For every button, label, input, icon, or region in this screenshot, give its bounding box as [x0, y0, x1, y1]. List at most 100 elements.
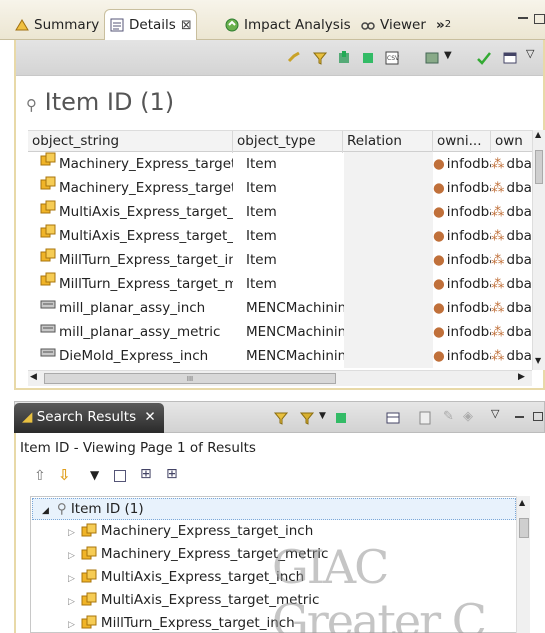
table-row[interactable]: MillTurn_Express_target_inch Item ●infodba… — [28, 248, 532, 272]
expand-below-icon[interactable]: ⊞ — [166, 466, 178, 482]
watermark: GIAC Greater C — [272, 540, 487, 633]
expand-arrow-icon[interactable]: ▷ — [68, 551, 75, 561]
scroll-down-icon[interactable]: ▼ — [535, 356, 541, 365]
relation-cell — [344, 344, 433, 368]
minimize-icon[interactable] — [518, 17, 528, 19]
dropdown-arrow-icon[interactable]: ▼ — [319, 411, 326, 421]
tab-search-results[interactable]: ◢ Search Results ✕ — [14, 403, 164, 433]
object-type-cell: MENCMachining — [246, 300, 344, 316]
object-string-cell: MillTurn_Express_target_metric — [59, 276, 233, 292]
hscrollbar-thumb[interactable]: III — [44, 373, 336, 384]
table-row[interactable]: Machinery_Express_target_inch Item ●infodb… — [28, 152, 532, 176]
tab-summary-label: Summary — [34, 16, 100, 33]
filter-options-icon[interactable] — [299, 410, 315, 426]
dropdown-arrow-icon[interactable]: ▼ — [444, 50, 452, 61]
view-menu-icon[interactable] — [424, 50, 440, 66]
object-string-cell: MultiAxis_Express_target_inch — [59, 204, 233, 220]
expand-arrow-icon[interactable]: ▷ — [68, 528, 75, 538]
user-icon: ● — [433, 228, 445, 244]
close-icon[interactable]: ⊠ — [181, 18, 192, 33]
maximize-icon[interactable] — [534, 14, 545, 24]
table-row[interactable]: DieMold_Express_inch MENCMachining ● infodb… — [28, 344, 532, 368]
column-header-owning-group[interactable]: own — [491, 131, 532, 153]
horizontal-scrollbar[interactable]: ◀ III ▶ — [28, 370, 532, 386]
scroll-left-icon[interactable]: ◀ — [30, 372, 37, 382]
group-icon: ⁂ — [491, 324, 505, 340]
table-row[interactable]: MillTurn_Express_target_metric Item ●infod… — [28, 272, 532, 296]
arrow-up-icon[interactable]: ⇧ — [34, 468, 46, 484]
column-header-object-type[interactable]: object_type — [233, 131, 343, 153]
table-row[interactable]: MultiAxis_Express_target_metric Item ●info… — [28, 224, 532, 248]
scrollbar-thumb[interactable] — [519, 518, 529, 538]
machining-icon — [40, 344, 56, 368]
tab-overflow[interactable]: » 2 — [432, 10, 455, 39]
panel-menu-icon[interactable]: ▽ — [526, 47, 534, 60]
vertical-scrollbar[interactable]: ▲ ▼ — [532, 130, 545, 370]
details-icon — [110, 18, 124, 32]
document-icon[interactable] — [417, 410, 433, 426]
relation-cell — [344, 296, 433, 320]
search-results-icon: ◢ — [22, 409, 33, 425]
expand-arrow-icon[interactable]: ▷ — [68, 597, 75, 607]
table-row[interactable]: mill_planar_assy_inch MENCMachining ● infod… — [28, 296, 532, 320]
table-header: object_string object_type Relation owni.… — [28, 130, 532, 153]
svg-text:CSV: CSV — [387, 55, 400, 62]
scroll-up-icon[interactable]: ▲ — [535, 130, 541, 139]
collapse-all-icon[interactable]: ▼ — [90, 468, 99, 482]
user-icon: ● — [433, 204, 445, 220]
scroll-right-icon[interactable]: ▶ — [518, 372, 525, 382]
expand-arrow-icon[interactable]: ◢ — [42, 506, 49, 516]
edit-icon[interactable]: ✎ — [443, 409, 454, 424]
table-row[interactable]: MultiAxis_Express_target_inch Item ●infodb… — [28, 200, 532, 224]
minimize-icon[interactable] — [515, 416, 524, 418]
expand-arrow-icon[interactable]: ▷ — [68, 574, 75, 584]
expand-arrow-icon[interactable]: ▷ — [68, 620, 75, 630]
tab-impact-analysis[interactable]: Impact Analysis — [220, 10, 355, 39]
table-view-icon[interactable] — [385, 410, 401, 426]
user-icon: ● — [433, 348, 445, 364]
relation-cell — [344, 272, 433, 296]
scrollbar-thumb[interactable] — [535, 150, 543, 184]
open-icon[interactable] — [333, 410, 349, 426]
select-all-icon[interactable] — [114, 470, 126, 482]
tab-viewer[interactable]: Viewer — [356, 10, 430, 39]
expand-icon[interactable] — [336, 50, 352, 66]
expand-all-icon[interactable]: ⊞ — [140, 466, 152, 482]
relation-cell — [344, 176, 433, 200]
panel-menu-icon[interactable]: ▽ — [491, 407, 499, 420]
overflow-chevron-icon: » — [436, 16, 445, 33]
relation-cell — [344, 224, 433, 248]
tree-item[interactable]: ▷ MillTurn_Express_target_inch — [68, 612, 295, 633]
search-icon: ⚲ — [56, 501, 67, 517]
object-type-cell: MENCMachining — [246, 324, 344, 340]
close-icon[interactable]: ✕ — [144, 409, 155, 425]
object-string-cell: MillTurn_Express_target_inch — [59, 252, 233, 268]
object-type-cell: Item — [246, 204, 277, 220]
group-icon: ⁂ — [491, 300, 505, 316]
check-icon[interactable] — [476, 50, 492, 66]
tree-item[interactable]: ▷ MultiAxis_Express_target_inch — [68, 566, 304, 588]
maximize-icon[interactable] — [533, 412, 543, 421]
csv-export-icon[interactable]: CSV — [384, 50, 400, 66]
impact-analysis-icon — [225, 18, 239, 31]
column-header-owning-user[interactable]: owni... — [433, 131, 491, 153]
editor-tab-bar: Summary Details ⊠ Impact Analysis Viewer… — [0, 0, 545, 40]
link-icon[interactable] — [286, 50, 302, 66]
table-row[interactable]: Machinery_Express_target_metric Item ●info… — [28, 176, 532, 200]
filter-icon[interactable] — [273, 410, 289, 426]
window-icon[interactable] — [502, 50, 518, 66]
pin-icon[interactable]: ◈ — [463, 409, 473, 424]
table-row[interactable]: mill_planar_assy_metric MENCMachining ● inf… — [28, 320, 532, 344]
tree-item[interactable]: ▷ Machinery_Express_target_inch — [68, 520, 313, 542]
column-header-object-string[interactable]: object_string — [28, 131, 233, 153]
owning-group-cell: dba — [506, 300, 532, 316]
object-type-cell: Item — [246, 156, 277, 172]
arrow-down-icon[interactable]: ⇩ — [58, 466, 71, 484]
tree-root-item[interactable]: ◢ ⚲ Item ID (1) — [42, 498, 144, 520]
scroll-up-icon[interactable]: ▲ — [519, 498, 525, 507]
column-header-relation[interactable]: Relation — [343, 131, 433, 153]
tab-summary[interactable]: Summary — [10, 10, 103, 39]
collapse-icon[interactable] — [360, 50, 376, 66]
tab-details[interactable]: Details ⊠ — [104, 9, 197, 40]
filter-icon[interactable] — [312, 50, 328, 66]
